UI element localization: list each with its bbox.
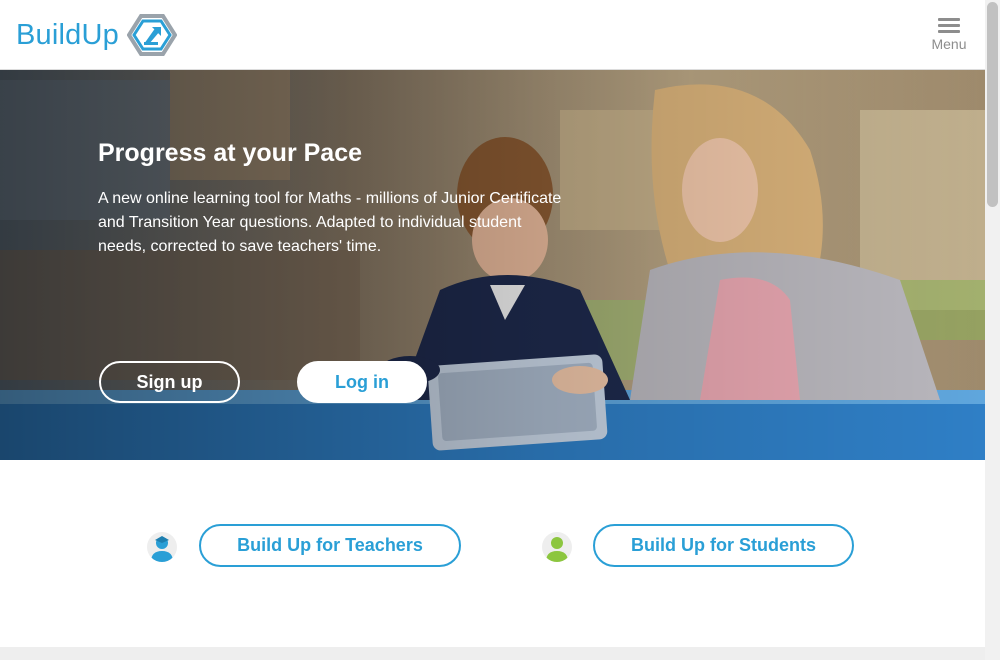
hero-banner: Progress at your Pace A new online learn… bbox=[0, 70, 985, 460]
scrollbar-thumb[interactable] bbox=[987, 2, 998, 207]
teachers-button[interactable]: Build Up for Teachers bbox=[199, 524, 461, 567]
menu-button[interactable]: Menu bbox=[929, 18, 969, 52]
site-header: BuildUp Menu bbox=[0, 0, 985, 70]
buildup-logo[interactable]: BuildUp bbox=[16, 14, 177, 56]
logo-text: BuildUp bbox=[16, 18, 119, 51]
teacher-avatar-icon bbox=[147, 532, 177, 562]
menu-label: Menu bbox=[931, 36, 967, 52]
login-button[interactable]: Log in bbox=[297, 361, 427, 403]
audience-section: Build Up for Teachers Build Up for Stude… bbox=[0, 460, 985, 647]
hero-title: Progress at your Pace bbox=[98, 139, 363, 167]
hero-text-block: Progress at your Pace A new online learn… bbox=[98, 136, 568, 259]
logo-hexagon-icon bbox=[126, 14, 177, 56]
page-scrollbar[interactable] bbox=[985, 0, 1000, 660]
hero-description: A new online learning tool for Maths - m… bbox=[98, 190, 562, 255]
signup-button[interactable]: Sign up bbox=[99, 361, 240, 403]
students-button[interactable]: Build Up for Students bbox=[593, 524, 854, 567]
hamburger-icon bbox=[938, 18, 960, 33]
footer-strip bbox=[0, 647, 985, 660]
student-avatar-icon bbox=[542, 532, 572, 562]
